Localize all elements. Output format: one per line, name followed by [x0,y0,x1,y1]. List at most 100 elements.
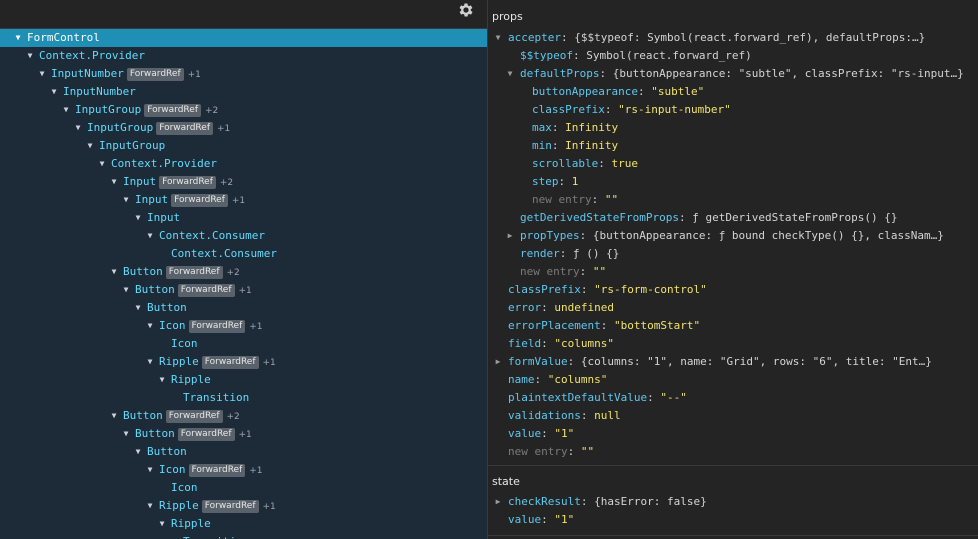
prop-row[interactable]: scrollable: true [488,155,978,173]
expand-arrow-icon[interactable]: ▼ [145,227,155,245]
expand-arrow-icon[interactable]: ▼ [145,461,155,479]
prop-row[interactable]: step: 1 [488,173,978,191]
prop-row[interactable]: render: ƒ () {} [488,245,978,263]
prop-value[interactable]: "rs-input-number" [618,103,731,116]
tree-node[interactable]: ▼ Input ForwardRef +1 [0,191,487,209]
prop-row[interactable]: value: "1" [488,511,978,529]
prop-row[interactable]: max: Infinity [488,119,978,137]
prop-row[interactable]: field: "columns" [488,335,978,353]
prop-row[interactable]: $$typeof: Symbol(react.forward_ref) [488,47,978,65]
prop-value[interactable]: true [611,157,638,170]
prop-value[interactable]: Symbol(react.forward_ref) [586,49,752,62]
expand-arrow-icon[interactable]: ▼ [37,65,47,83]
prop-row[interactable]: buttonAppearance: "subtle" [488,83,978,101]
tree-node[interactable]: ▼ Ripple ForwardRef +1 [0,353,487,371]
expand-arrow-icon[interactable]: ▼ [121,281,131,299]
prop-row[interactable]: errorPlacement: "bottomStart" [488,317,978,335]
tree-node[interactable]: ▼ FormControl [0,29,487,47]
prop-row[interactable]: ▶ checkResult: {hasError: false} [488,493,978,511]
tree-node[interactable]: ▼ Button ForwardRef +1 [0,425,487,443]
prop-value[interactable]: {hasError: false} [594,495,707,508]
prop-value[interactable]: "" [581,445,594,458]
tree-node[interactable]: ▼ Ripple [0,515,487,533]
prop-row[interactable]: ▶ formValue: {columns: "1", name: "Grid",… [488,353,978,371]
prop-row[interactable]: min: Infinity [488,137,978,155]
prop-value[interactable]: "1" [554,513,574,526]
prop-value[interactable]: undefined [554,301,614,314]
collapse-arrow-icon[interactable]: ▼ [493,29,503,47]
prop-row[interactable]: ▶ propTypes: {buttonAppearance: ƒ bound c… [488,227,978,245]
expand-arrow-icon[interactable]: ▼ [97,155,107,173]
tree-node[interactable]: ▼ Icon ForwardRef +1 [0,461,487,479]
expand-arrow-icon[interactable]: ▼ [145,353,155,371]
expand-arrow-icon[interactable]: ▶ [493,353,503,371]
prop-row[interactable]: error: undefined [488,299,978,317]
prop-value[interactable]: "subtle" [651,85,704,98]
prop-value[interactable]: ƒ getDerivedStateFromProps() {} [692,211,897,224]
expand-arrow-icon[interactable]: ▼ [133,209,143,227]
expand-arrow-icon[interactable]: ▶ [493,493,503,511]
tree-node[interactable]: ▼ InputGroup ForwardRef +2 [0,101,487,119]
expand-arrow-icon[interactable]: ▼ [133,443,143,461]
prop-value[interactable]: "" [593,265,606,278]
prop-value[interactable]: "--" [660,391,687,404]
tree-node[interactable]: ▼ Input [0,209,487,227]
tree-node[interactable]: Icon [0,479,487,497]
expand-arrow-icon[interactable]: ▼ [121,425,131,443]
prop-row[interactable]: classPrefix: "rs-input-number" [488,101,978,119]
tree-node[interactable]: ▼ Button [0,443,487,461]
tree-node[interactable]: ▼ Button ForwardRef +2 [0,263,487,281]
prop-row[interactable]: plaintextDefaultValue: "--" [488,389,978,407]
tree-node[interactable]: Transition [0,389,487,407]
new-entry-row[interactable]: new entry: "" [488,191,978,209]
expand-arrow-icon[interactable]: ▼ [157,515,167,533]
prop-value[interactable]: Infinity [565,139,618,152]
prop-value[interactable]: {columns: "1", name: "Grid", rows: "6", … [581,355,932,368]
expand-arrow-icon[interactable]: ▼ [157,371,167,389]
expand-arrow-icon[interactable]: ▼ [145,497,155,515]
prop-value[interactable]: {$$typeof: Symbol(react.forward_ref), de… [574,31,925,44]
collapse-arrow-icon[interactable]: ▼ [505,65,515,83]
prop-row[interactable]: ▼ defaultProps: {buttonAppearance: "subtl… [488,65,978,83]
tree-node[interactable]: ▼ Button [0,299,487,317]
expand-arrow-icon[interactable]: ▼ [85,137,95,155]
prop-value[interactable]: "bottomStart" [614,319,700,332]
expand-arrow-icon[interactable]: ▼ [109,263,119,281]
prop-row[interactable]: name: "columns" [488,371,978,389]
tree-node[interactable]: ▼ InputGroup ForwardRef +1 [0,119,487,137]
prop-value[interactable]: {buttonAppearance: "subtle", classPrefix… [613,67,964,80]
tree-node[interactable]: ▼ InputGroup [0,137,487,155]
expand-arrow-icon[interactable]: ▼ [13,29,23,47]
expand-arrow-icon[interactable]: ▼ [73,119,83,137]
tree-node[interactable]: ▼ Context.Provider [0,155,487,173]
prop-row[interactable]: getDerivedStateFromProps: ƒ getDerivedSt… [488,209,978,227]
prop-value[interactable]: Infinity [565,121,618,134]
tree-node[interactable]: ▼ Button ForwardRef +2 [0,407,487,425]
gear-icon[interactable] [457,1,475,19]
tree-node[interactable]: Icon [0,335,487,353]
expand-arrow-icon[interactable]: ▼ [109,173,119,191]
prop-row[interactable]: value: "1" [488,425,978,443]
expand-arrow-icon[interactable]: ▼ [49,83,59,101]
expand-arrow-icon[interactable]: ▼ [109,407,119,425]
prop-value[interactable]: null [594,409,621,422]
expand-arrow-icon[interactable]: ▼ [133,299,143,317]
tree-node[interactable]: ▼ InputNumber ForwardRef +1 [0,65,487,83]
prop-value[interactable]: ƒ () {} [573,247,619,260]
prop-value[interactable]: {buttonAppearance: ƒ bound checkType() {… [593,229,944,242]
expand-arrow-icon[interactable]: ▼ [25,47,35,65]
tree-node[interactable]: ▼ Context.Provider [0,47,487,65]
prop-value[interactable]: "columns" [548,373,608,386]
tree-node[interactable]: ▼ Button ForwardRef +1 [0,281,487,299]
expand-arrow-icon[interactable]: ▼ [121,191,131,209]
prop-row[interactable]: ▼ accepter: {$$typeof: Symbol(react.forwa… [488,29,978,47]
expand-arrow-icon[interactable]: ▼ [61,101,71,119]
prop-value[interactable]: "" [605,193,618,206]
tree-node[interactable]: ▼ Icon ForwardRef +1 [0,317,487,335]
tree-node[interactable]: ▼ InputNumber [0,83,487,101]
tree-node[interactable]: Transition [0,533,487,539]
prop-row[interactable]: classPrefix: "rs-form-control" [488,281,978,299]
tree-node[interactable]: ▼ Ripple [0,371,487,389]
prop-value[interactable]: "1" [554,427,574,440]
prop-value[interactable]: "rs-form-control" [594,283,707,296]
